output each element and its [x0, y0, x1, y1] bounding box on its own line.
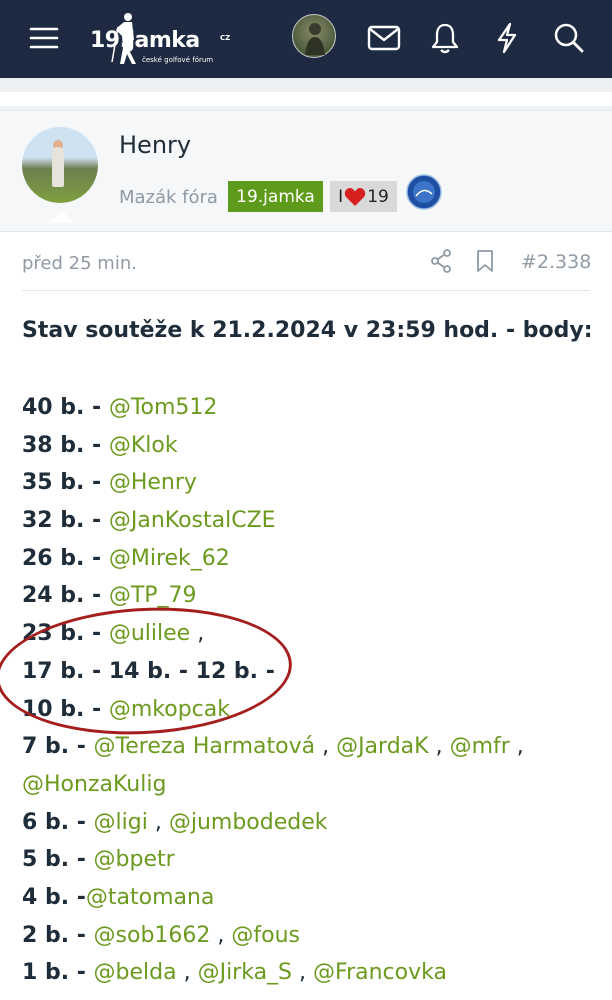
- user-mention-link[interactable]: @Tom512: [109, 395, 218, 420]
- points-label: 5 b. -: [22, 847, 94, 873]
- standings-line: 10 b. - @mkopcak: [22, 695, 524, 733]
- trailing-comma: ,: [509, 734, 524, 760]
- mail-icon[interactable]: [364, 14, 404, 62]
- mention-separator: ,: [176, 960, 198, 986]
- group-badge: 19.jamka: [228, 181, 323, 212]
- mention-separator: ,: [292, 960, 314, 986]
- mention-separator: ,: [147, 809, 169, 835]
- bolt-icon[interactable]: [487, 14, 527, 62]
- bell-icon[interactable]: [425, 14, 465, 62]
- search-icon[interactable]: [549, 14, 589, 62]
- points-label: 24 b. -: [22, 583, 109, 609]
- points-label: 32 b. -: [22, 508, 109, 534]
- points-label: 23 b. -: [22, 621, 109, 647]
- user-mention-link[interactable]: @sob1662: [94, 923, 211, 948]
- user-mention-link[interactable]: @ligi: [94, 810, 148, 835]
- logo-subtitle: české golfové fórum: [142, 56, 214, 64]
- author-caret: [50, 211, 74, 223]
- points-label: 10 b. -: [22, 696, 109, 722]
- top-navigation-bar: 19.jamka CZ české golfové fórum: [0, 0, 612, 78]
- user-mention-link[interactable]: @ulilee: [109, 621, 190, 646]
- user-mention-link[interactable]: @Mirek_62: [109, 546, 230, 571]
- author-avatar[interactable]: [22, 127, 98, 203]
- user-mention-link[interactable]: @fous: [231, 923, 300, 948]
- logo-cz: CZ: [220, 34, 231, 42]
- points-label: 7 b. -: [22, 734, 94, 760]
- user-mention-link[interactable]: @jumbodedek: [169, 810, 328, 835]
- love-badge-prefix: I: [338, 186, 344, 207]
- standings-line: 40 b. - @Tom512: [22, 393, 524, 431]
- standings-line: 5 b. - @bpetr: [22, 845, 524, 883]
- standings-line: 35 b. - @Henry: [22, 468, 524, 506]
- user-mention-link[interactable]: @HonzaKulig: [22, 772, 166, 797]
- user-mention-link[interactable]: @Henry: [109, 470, 197, 495]
- love-badge: I 19: [330, 181, 397, 212]
- points-label: 4 b. -: [22, 884, 86, 910]
- site-logo[interactable]: 19.jamka CZ české golfové fórum: [90, 12, 240, 68]
- user-mention-link[interactable]: @TP_79: [109, 583, 197, 608]
- user-mention-link[interactable]: @tatomana: [86, 885, 215, 910]
- standings-line: 24 b. - @TP_79: [22, 581, 524, 619]
- heart-icon: [344, 187, 366, 206]
- menu-icon[interactable]: [24, 14, 64, 62]
- post-number[interactable]: #2.338: [521, 251, 591, 273]
- mention-separator: ,: [210, 922, 232, 948]
- user-mention-link[interactable]: @Francovka: [313, 960, 447, 985]
- post-author-block: Henry Mazák fóra 19.jamka I 19: [0, 110, 612, 232]
- points-label: 26 b. -: [22, 545, 109, 571]
- standings-line: 38 b. - @Klok: [22, 431, 524, 469]
- standings-line: @HonzaKulig: [22, 770, 524, 808]
- user-mention-link[interactable]: @JanKostalCZE: [109, 508, 276, 533]
- avatar-figure-body: [52, 147, 64, 187]
- user-mention-link[interactable]: @belda: [94, 960, 177, 985]
- points-label: 6 b. -: [22, 809, 94, 835]
- points-label: 38 b. -: [22, 432, 109, 458]
- share-icon[interactable]: [430, 248, 452, 274]
- trophy-badge-icon: [406, 174, 442, 210]
- mention-separator: ,: [428, 734, 450, 760]
- standings-line: 26 b. - @Mirek_62: [22, 544, 524, 582]
- user-mention-link[interactable]: @Klok: [109, 433, 178, 458]
- post-meta-divider: [22, 290, 590, 291]
- points-label: 17 b. - 14 b. - 12 b. -: [22, 658, 275, 684]
- author-username[interactable]: Henry: [119, 131, 191, 159]
- points-label: 35 b. -: [22, 470, 109, 496]
- standings-line: 1 b. - @belda , @Jirka_S , @Francovka: [22, 958, 524, 996]
- user-mention-link[interactable]: @Tereza Harmatová: [94, 734, 316, 759]
- standings-line: 32 b. - @JanKostalCZE: [22, 506, 524, 544]
- standings-list: 40 b. - @Tom512 38 b. - @Klok 35 b. - @Hen…: [22, 393, 524, 996]
- standings-line: 7 b. - @Tereza Harmatová , @JardaK , @mf…: [22, 732, 524, 770]
- standings-line: 23 b. - @ulilee ,: [22, 619, 524, 657]
- user-mention-link[interactable]: @mkopcak: [109, 697, 230, 722]
- author-user-title: Mazák fóra: [119, 187, 218, 208]
- bookmark-icon[interactable]: [475, 248, 495, 274]
- logo-text: 19.jamka: [90, 28, 200, 53]
- post-time[interactable]: před 25 min.: [22, 253, 137, 274]
- standings-line: 6 b. - @ligi , @jumbodedek: [22, 808, 524, 846]
- standings-line: 2 b. - @sob1662 , @fous: [22, 921, 524, 959]
- current-user-avatar[interactable]: [292, 14, 336, 58]
- standings-line: 4 b. -@tatomana: [22, 883, 524, 921]
- love-badge-suffix: 19: [367, 186, 389, 207]
- standings-line: 17 b. - 14 b. - 12 b. -: [22, 657, 524, 695]
- post-heading: Stav soutěže k 21.2.2024 v 23:59 hod. - …: [22, 318, 593, 343]
- points-label: 1 b. -: [22, 960, 94, 986]
- user-mention-link[interactable]: @bpetr: [94, 847, 175, 872]
- trailing-comma: ,: [190, 621, 205, 647]
- user-mention-link[interactable]: @mfr: [450, 734, 510, 759]
- user-mention-link[interactable]: @JardaK: [336, 734, 429, 759]
- mention-separator: ,: [315, 734, 337, 760]
- section-divider: [0, 92, 612, 106]
- user-mention-link[interactable]: @Jirka_S: [198, 960, 292, 985]
- points-label: 40 b. -: [22, 395, 109, 420]
- points-label: 2 b. -: [22, 922, 94, 948]
